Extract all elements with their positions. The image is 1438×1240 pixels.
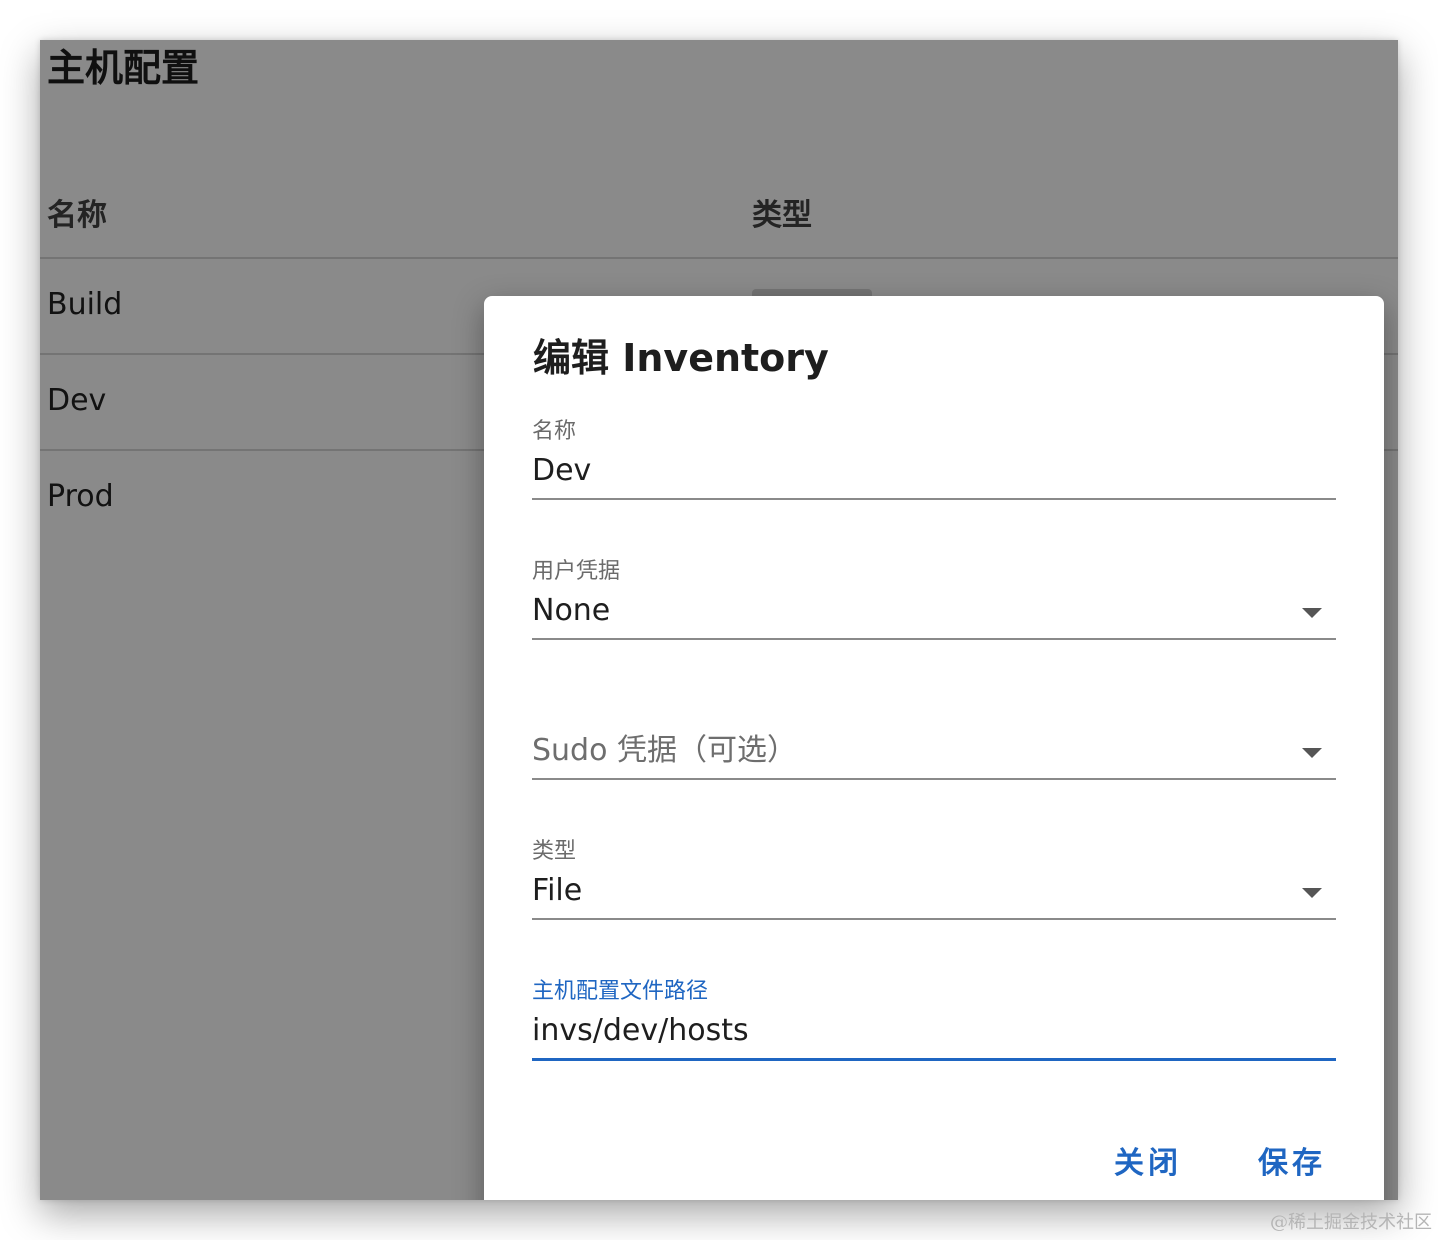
chevron-down-icon[interactable] (1302, 748, 1322, 758)
inventory-path-value[interactable]: invs/dev/hosts (532, 1012, 749, 1050)
sudo-credential-placeholder[interactable]: Sudo 凭据（可选） (532, 732, 797, 770)
user-credential-select[interactable]: 用户凭据 None (532, 558, 1336, 640)
app-window: 主机配置 名称 类型 Build Dev Prod 编辑 Inventory 名… (40, 40, 1398, 1200)
dialog-title: 编辑 Inventory (533, 336, 829, 380)
name-field[interactable]: 名称 Dev (532, 418, 1336, 500)
inventory-path-label: 主机配置文件路径 (532, 979, 709, 1004)
name-field-label: 名称 (532, 419, 577, 444)
type-label: 类型 (532, 839, 577, 864)
edit-inventory-dialog: 编辑 Inventory 名称 Dev 用户凭据 None Sudo 凭据（可选… (484, 296, 1384, 1200)
user-credential-value[interactable]: None (532, 592, 610, 630)
chevron-down-icon[interactable] (1302, 888, 1322, 898)
inventory-path-input[interactable]: 主机配置文件路径 invs/dev/hosts (532, 978, 1336, 1061)
type-value[interactable]: File (532, 872, 582, 910)
name-field-value[interactable]: Dev (532, 452, 591, 490)
save-button[interactable]: 保存 (1250, 1142, 1334, 1186)
chevron-down-icon[interactable] (1302, 608, 1322, 618)
user-credential-label: 用户凭据 (532, 559, 621, 584)
sudo-credential-select[interactable]: Sudo 凭据（可选） (532, 698, 1336, 780)
close-button[interactable]: 关闭 (1106, 1142, 1190, 1186)
watermark: @稀土掘金技术社区 (1270, 1212, 1432, 1233)
type-select[interactable]: 类型 File (532, 838, 1336, 920)
